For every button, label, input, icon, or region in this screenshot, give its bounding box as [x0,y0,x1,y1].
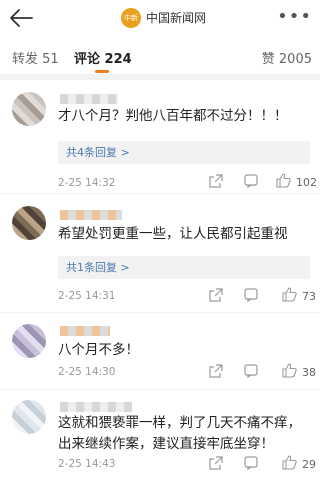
top-bar: 中新网 中国新闻网 ••• [0,0,320,42]
comment-item: 才八个月？判他八百年都不过分！！！ 共4条回复 > 2-25 14:32 102 [0,86,320,194]
share-icon[interactable] [209,456,223,470]
avatar[interactable] [12,206,46,240]
tab-repost[interactable]: 转发 51 [12,48,59,67]
avatar[interactable] [12,324,46,358]
comment-text: 八个月不多！ [58,342,139,358]
comment-text: 这就和猥亵罪一样，判了几天不痛不痒，出来继续作案，建议直接牢底坐穿！ [58,415,301,452]
account-name[interactable]: 中国新闻网 [146,9,206,26]
like-count: 29 [302,458,316,471]
replies-link[interactable]: 共4条回复 > [58,141,310,164]
comment-time: 2-25 14:43 [58,458,116,470]
account-logo[interactable]: 中新网 [121,8,141,42]
like-icon[interactable] [276,173,291,188]
like-count: 38 [302,366,316,379]
replies-link[interactable]: 共1条回复 > [58,256,310,279]
share-icon[interactable] [209,174,223,188]
back-arrow-icon[interactable] [8,7,34,29]
avatar[interactable] [12,92,46,126]
comment-item: 这就和猥亵罪一样，判了几天不痛不痒，出来继续作案，建议直接牢底坐穿！ 2-25 … [0,394,320,477]
tab-comments[interactable]: 评论 224 [74,48,132,67]
comment-time: 2-25 14:32 [58,177,116,189]
username-blurred[interactable] [60,94,118,104]
tab-bar: 转发 51 评论 224 赞 2005 [0,36,320,80]
like-count: 73 [302,290,316,303]
comment-icon[interactable] [244,174,258,188]
comment-time: 2-25 14:30 [58,366,116,378]
share-icon[interactable] [209,364,223,378]
comment-text: 才八个月？判他八百年都不过分！！！ [58,108,288,124]
like-icon[interactable] [282,455,297,470]
active-tab-indicator [95,70,109,73]
comment-icon[interactable] [244,456,258,470]
like-icon[interactable] [282,363,297,378]
like-count: 102 [296,176,317,189]
like-icon[interactable] [282,287,297,302]
share-icon[interactable] [209,288,223,302]
username-blurred[interactable] [60,326,110,336]
avatar[interactable] [12,400,46,434]
comment-text: 希望处罚更重一些，让人民都引起重视 [58,226,288,242]
comment-icon[interactable] [244,288,258,302]
comment-item: 希望处罚更重一些，让人民都引起重视 共1条回复 > 2-25 14:31 73 [0,200,320,313]
username-blurred[interactable] [60,210,122,220]
more-options-icon[interactable]: ••• [277,6,312,27]
comment-item: 八个月不多！ 2-25 14:30 38 [0,318,320,390]
comment-icon[interactable] [244,364,258,378]
tab-likes[interactable]: 赞 2005 [262,48,312,67]
comment-time: 2-25 14:31 [58,290,116,302]
username-blurred[interactable] [60,402,132,412]
